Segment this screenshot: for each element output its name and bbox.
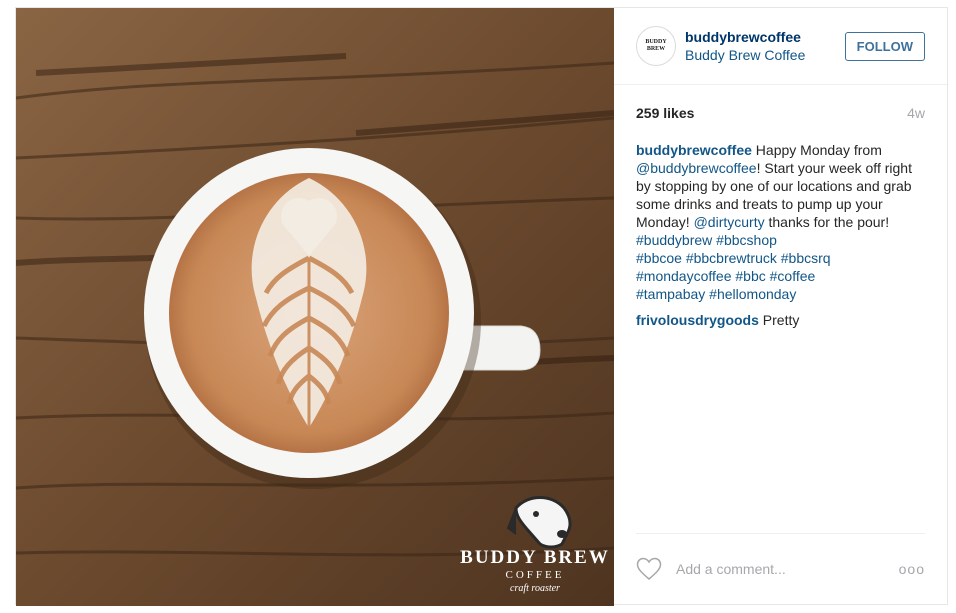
post-header: BUDDY BREW buddybrewcoffee Buddy Brew Co… xyxy=(614,8,947,85)
hashtag-link[interactable]: #bbcsrq xyxy=(781,250,831,266)
photo-logo-subtitle: COFFEE xyxy=(506,569,565,581)
caption-text: thanks for the pour! xyxy=(764,214,890,230)
comment: frivolousdrygoods Pretty xyxy=(636,311,925,329)
hashtag-link[interactable]: #bbc xyxy=(735,268,765,284)
account-names: buddybrewcoffee Buddy Brew Coffee xyxy=(685,29,845,63)
comment-list: buddybrewcoffee Happy Monday from @buddy… xyxy=(614,141,947,337)
follow-button[interactable]: FOLLOW xyxy=(844,31,925,61)
post-age[interactable]: 4w xyxy=(907,105,925,121)
post-meta: 259 likes 4w xyxy=(614,85,947,141)
hashtag-link[interactable]: #bbcbrewtruck xyxy=(686,250,777,266)
hashtag-link[interactable]: #mondaycoffee xyxy=(636,268,731,284)
comment-author[interactable]: frivolousdrygoods xyxy=(636,312,759,328)
photo-logo-tagline: craft roaster xyxy=(510,583,560,594)
comment-input[interactable]: Add a comment... xyxy=(676,561,899,577)
avatar[interactable]: BUDDY BREW xyxy=(636,26,676,66)
hashtag-link[interactable]: #buddybrew xyxy=(636,232,712,248)
hashtag-link[interactable]: #coffee xyxy=(770,268,816,284)
comment-text: Pretty xyxy=(758,312,800,328)
photo-logo-name: BUDDY BREW xyxy=(460,547,610,568)
hashtag-link[interactable]: #tampabay xyxy=(636,286,705,302)
post-photo[interactable]: BUDDY BREW COFFEE craft roaster xyxy=(16,8,614,606)
post-details: BUDDY BREW buddybrewcoffee Buddy Brew Co… xyxy=(614,8,947,604)
instagram-post: BUDDY BREW COFFEE craft roaster BUDDY BR… xyxy=(15,7,948,606)
full-name-link[interactable]: Buddy Brew Coffee xyxy=(685,47,845,63)
mention-link[interactable]: @dirtycurty xyxy=(694,214,765,230)
username-link[interactable]: buddybrewcoffee xyxy=(685,29,845,45)
avatar-text: BUDDY BREW xyxy=(645,39,667,52)
mention-link[interactable]: @buddybrewcoffee xyxy=(636,160,757,176)
likes-count[interactable]: 259 likes xyxy=(636,105,694,121)
more-options-icon[interactable]: ooo xyxy=(899,561,925,577)
hashtag-link[interactable]: #bbcshop xyxy=(716,232,777,248)
caption-text: Happy Monday from xyxy=(751,142,882,158)
heart-icon[interactable] xyxy=(636,557,662,581)
hashtag-link[interactable]: #bbcoe xyxy=(636,250,682,266)
post-footer: Add a comment... ooo xyxy=(636,533,925,604)
caption-author[interactable]: buddybrewcoffee xyxy=(636,142,752,158)
caption: buddybrewcoffee Happy Monday from @buddy… xyxy=(636,141,925,303)
hashtag-link[interactable]: #hellomonday xyxy=(709,286,796,302)
latte-photo: BUDDY BREW COFFEE craft roaster xyxy=(16,8,614,606)
